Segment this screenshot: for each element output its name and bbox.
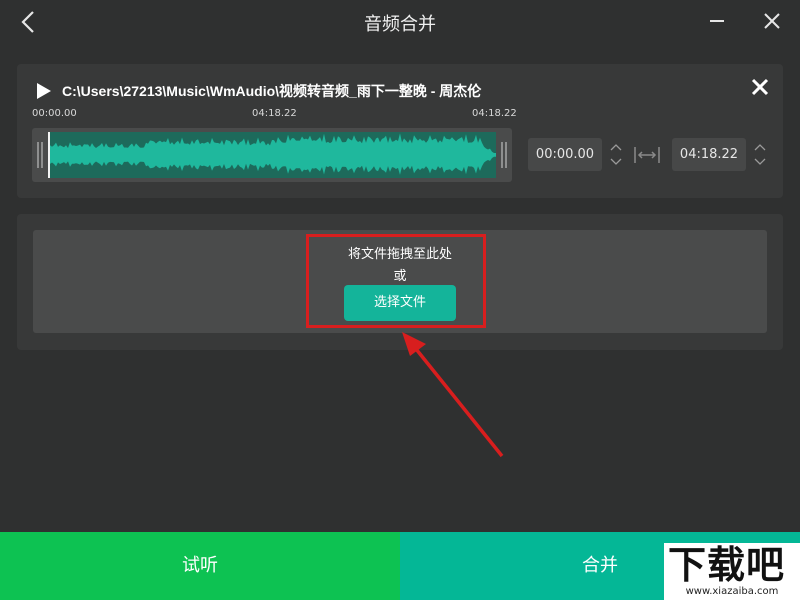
waveform-graphic [48, 133, 496, 175]
site-watermark: 下载吧 www.xiazaiba.com [664, 543, 800, 600]
annotation-arrow-icon [402, 332, 504, 458]
track-card: C:\Users\27213\Music\WmAudio\视频转音频_雨下一整晚… [17, 64, 783, 198]
preview-button[interactable]: 试听 [0, 532, 400, 600]
trim-handle-right[interactable] [496, 128, 512, 182]
watermark-brand: 下载吧 [668, 543, 786, 587]
track-file-path: C:\Users\27213\Music\WmAudio\视频转音频_雨下一整晚… [62, 83, 482, 99]
start-time-input[interactable]: 00:00.00 [528, 138, 602, 171]
trim-handle-left[interactable] [32, 128, 48, 182]
playhead[interactable] [48, 132, 50, 178]
end-time-spinner-icon[interactable] [752, 138, 768, 171]
waveform-editor[interactable] [32, 128, 512, 182]
end-time-input[interactable]: 04:18.22 [672, 138, 746, 171]
title-bar: 音频合并 [0, 0, 800, 46]
window-title: 音频合并 [364, 14, 436, 35]
watermark-url: www.xiazaiba.com [685, 586, 779, 597]
waveform-shape [48, 133, 496, 175]
timeline-mid-label: 04:18.22 [252, 108, 297, 119]
close-icon[interactable] [761, 10, 783, 32]
timeline-start-label: 00:00.00 [32, 108, 77, 119]
start-time-spinner-icon[interactable] [608, 138, 624, 171]
remove-track-icon[interactable] [749, 76, 771, 98]
annotation-highlight-box [306, 234, 486, 328]
range-icon [634, 147, 660, 163]
play-icon[interactable] [36, 82, 52, 100]
waveform[interactable] [48, 132, 496, 178]
timeline-end-label: 04:18.22 [472, 108, 517, 119]
minimize-icon[interactable] [706, 10, 728, 32]
